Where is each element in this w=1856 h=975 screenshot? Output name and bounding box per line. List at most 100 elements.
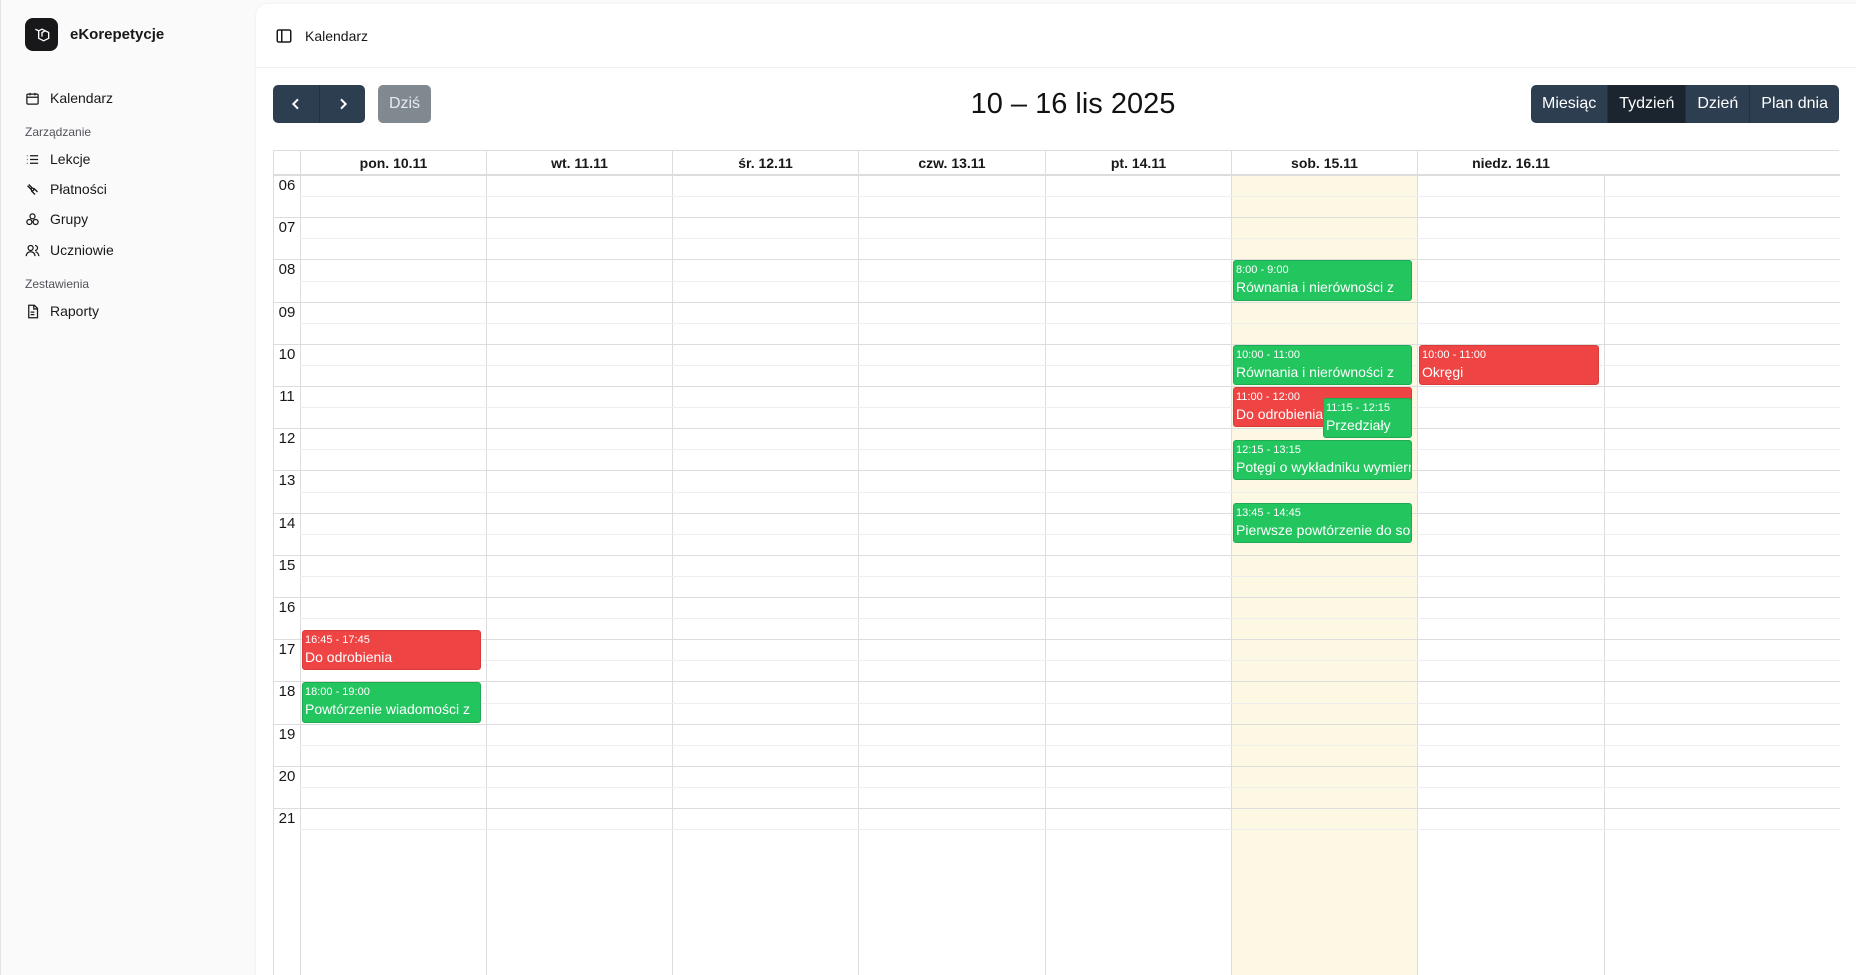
half-hour-line bbox=[300, 196, 1840, 198]
sidebar-item-label: Płatności bbox=[50, 181, 107, 197]
hour-label: 06 bbox=[278, 177, 296, 194]
hour-line bbox=[274, 681, 1840, 683]
hour-line bbox=[274, 301, 1840, 303]
hour-label: 12 bbox=[278, 430, 296, 448]
half-hour-line bbox=[300, 491, 1840, 493]
hour-label: 10 bbox=[278, 345, 296, 363]
next-week-button[interactable] bbox=[319, 85, 365, 123]
day-header[interactable]: pt. 14.11 bbox=[1045, 151, 1231, 175]
day-header[interactable]: śr. 12.11 bbox=[672, 151, 858, 175]
brand[interactable]: eKorepetycje bbox=[25, 18, 164, 51]
sidebar-item-students[interactable]: Uczniowie bbox=[25, 236, 235, 264]
event-time: 13:45 - 14:45 bbox=[1236, 507, 1301, 520]
event-title: Potęgi o wykładniku wymiernym bbox=[1236, 458, 1411, 475]
event-title: Do odrobienia bbox=[305, 648, 393, 665]
sidebar-item-label: Raporty bbox=[50, 303, 100, 319]
hour-line bbox=[274, 470, 1840, 472]
document-icon bbox=[28, 304, 39, 318]
hour-label: 14 bbox=[278, 514, 296, 532]
today-button[interactable]: Dziś bbox=[378, 85, 431, 123]
half-hour-line bbox=[300, 449, 1840, 451]
event-time: 11:15 - 12:15 bbox=[1326, 401, 1391, 414]
hour-line bbox=[274, 386, 1840, 387]
hour-label: 13 bbox=[278, 472, 296, 490]
hour-line bbox=[274, 554, 1840, 556]
hour-label: 08 bbox=[278, 261, 296, 279]
half-hour-line bbox=[300, 660, 1840, 662]
list-icon bbox=[26, 154, 39, 164]
half-hour-line bbox=[300, 702, 1840, 704]
event-time: 10:00 - 11:00 bbox=[1236, 348, 1301, 361]
sidebar-item-calendar[interactable]: Kalendarz bbox=[25, 84, 235, 112]
hour-line bbox=[274, 217, 1840, 219]
half-hour-line bbox=[300, 280, 1840, 282]
main-panel: Kalendarz Dziś 10 – 16 lis 2025 Miesiąc T… bbox=[256, 4, 1856, 975]
week-calendar-grid: pon. 10.11 wt. 11.11 śr. 12.11 czw. 13.11 pt… bbox=[273, 150, 1840, 975]
calendar-event[interactable]: 11:15 - 12:15 Przedziały bbox=[1323, 397, 1412, 438]
view-button[interactable]: Miesiąc bbox=[1531, 85, 1608, 123]
day-header-row: pon. 10.11 wt. 11.11 śr. 12.11 czw. 13.11 pt… bbox=[274, 151, 1840, 175]
event-time: 10:00 - 11:00 bbox=[1422, 348, 1487, 361]
hour-line bbox=[274, 639, 1840, 641]
app-logo-icon bbox=[25, 18, 58, 51]
hour-label: 07 bbox=[278, 219, 296, 237]
calendar-event[interactable]: 10:00 - 11:00 Okręgi bbox=[1419, 344, 1599, 385]
calendar-event[interactable]: 8:00 - 9:00 Równania i nierówności z bbox=[1233, 260, 1412, 301]
day-header[interactable]: niedz. 16.11 bbox=[1417, 151, 1604, 175]
sidebar: eKorepetycje Kalendarz Zarządzanie Lekcj… bbox=[0, 0, 256, 975]
calendar-event[interactable]: 16:45 - 17:45 Do odrobienia bbox=[302, 629, 481, 670]
hour-label: 17 bbox=[278, 641, 296, 659]
half-hour-line bbox=[300, 364, 1840, 366]
sidebar-item-label: Uczniowie bbox=[50, 242, 114, 258]
hour-line bbox=[274, 765, 1840, 767]
day-header[interactable]: sob. 15.11 bbox=[1231, 151, 1417, 175]
sidebar-item-reports[interactable]: Raporty bbox=[25, 297, 235, 325]
event-time: 16:45 - 17:45 bbox=[305, 633, 370, 646]
view-button[interactable]: Tydzień bbox=[1607, 85, 1686, 123]
sidebar-item-label: Kalendarz bbox=[50, 90, 114, 106]
hour-line bbox=[274, 175, 1840, 176]
event-title: Przedziały bbox=[1326, 416, 1391, 433]
app-name: eKorepetycje bbox=[70, 26, 165, 43]
event-time: 18:00 - 19:00 bbox=[305, 686, 370, 699]
calendar-icon bbox=[26, 92, 39, 105]
money-icon bbox=[27, 183, 38, 195]
half-hour-line bbox=[300, 786, 1840, 788]
day-header[interactable]: pon. 10.11 bbox=[300, 151, 486, 175]
hour-line bbox=[274, 259, 1840, 261]
hour-label: 21 bbox=[278, 810, 296, 827]
calendar-event[interactable]: 18:00 - 19:00 Powtórzenie wiadomości z bbox=[302, 682, 481, 723]
half-hour-line bbox=[300, 744, 1840, 746]
calendar-event[interactable]: 10:00 - 11:00 Równania i nierówności z bbox=[1233, 344, 1412, 385]
half-hour-line bbox=[300, 618, 1840, 620]
half-hour-line bbox=[300, 238, 1840, 240]
sidebar-toggle-icon[interactable] bbox=[275, 27, 293, 45]
view-button[interactable]: Plan dnia bbox=[1749, 85, 1839, 123]
half-hour-line bbox=[300, 322, 1840, 324]
sidebar-item-label: Lekcje bbox=[50, 151, 91, 167]
hour-line bbox=[274, 597, 1840, 598]
view-button[interactable]: Dzień bbox=[1685, 85, 1750, 123]
sidebar-item-payments[interactable]: Płatności bbox=[25, 175, 235, 203]
hour-line bbox=[274, 428, 1840, 430]
calendar-event[interactable]: 12:15 - 13:15 Potęgi o wykładniku wymiern… bbox=[1233, 439, 1412, 480]
prev-week-button[interactable] bbox=[273, 85, 319, 123]
day-header[interactable]: czw. 13.11 bbox=[858, 151, 1045, 175]
hour-label: 09 bbox=[278, 303, 296, 321]
hour-label: 19 bbox=[278, 725, 296, 743]
day-header[interactable]: wt. 11.11 bbox=[486, 151, 672, 175]
half-hour-line bbox=[300, 533, 1840, 535]
hour-line bbox=[274, 723, 1840, 725]
calendar-event[interactable]: 13:45 - 14:45 Pierwsze powtórzenie do sol… bbox=[1233, 503, 1412, 544]
event-title: Okręgi bbox=[1422, 363, 1464, 380]
sidebar-item-groups[interactable]: Grupy bbox=[25, 205, 235, 233]
hour-label: 18 bbox=[278, 683, 296, 701]
breadcrumb: Kalendarz bbox=[305, 28, 369, 44]
sidebar-item-lessons[interactable]: Lekcje bbox=[25, 145, 235, 173]
half-hour-line bbox=[300, 829, 1840, 831]
event-title: Równania i nierówności z bbox=[1236, 279, 1394, 296]
hour-label: 16 bbox=[278, 599, 296, 616]
hour-line bbox=[274, 808, 1840, 809]
hour-line bbox=[274, 512, 1840, 514]
event-time: 12:15 - 13:15 bbox=[1236, 443, 1301, 456]
